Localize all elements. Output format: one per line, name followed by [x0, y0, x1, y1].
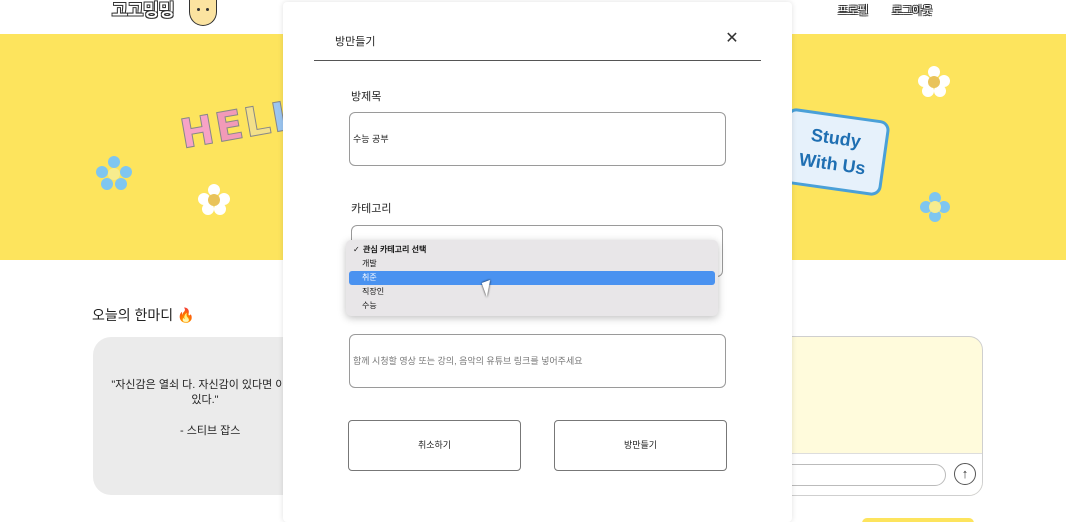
category-label: 카테고리: [351, 203, 392, 215]
modal-divider: [314, 60, 761, 61]
dropdown-option-suneung[interactable]: 수능: [349, 299, 715, 313]
logo-text[interactable]: 고고밍밍: [112, 0, 175, 21]
youtube-link-input[interactable]: 함께 시청할 영상 또는 강의, 음악의 유튜브 링크를 넣어주세요: [349, 334, 726, 388]
send-arrow-icon[interactable]: ↑: [954, 463, 976, 485]
cancel-button[interactable]: 취소하기: [348, 420, 521, 471]
room-name-label: 방제목: [351, 91, 382, 103]
blue-flower-icon: [96, 156, 132, 192]
dropdown-option-job-prep[interactable]: 취준: [349, 271, 715, 285]
quote-author: - 스티브 잡스: [180, 425, 241, 437]
category-dropdown-menu: ✓ 관심 카테고리 선택 개발 취준 직장인 수능: [346, 240, 718, 316]
modal-title: 방만들기: [335, 36, 376, 48]
chat-panel: ↑: [770, 336, 983, 496]
study-with-us-sticker: Study With Us: [777, 107, 891, 197]
quote-text: "자신감은 열쇠 다. 자신감이 있다면 이 수 있다.": [111, 379, 299, 406]
dropdown-option-dev[interactable]: 개발: [349, 257, 715, 271]
nav-logout-link[interactable]: 로그아웃: [892, 2, 932, 18]
create-room-button[interactable]: 방만들기: [554, 420, 727, 471]
blue-flower-icon: [920, 192, 950, 222]
white-flower-icon: [198, 184, 230, 216]
quote-card: [93, 337, 313, 495]
chat-input[interactable]: [771, 464, 946, 486]
room-name-input[interactable]: 수능 공부: [349, 112, 726, 166]
checkmark-icon: ✓: [353, 245, 360, 254]
white-flower-icon: [918, 66, 950, 98]
yellow-button-edge[interactable]: [862, 518, 974, 522]
close-icon[interactable]: ✕: [723, 30, 741, 48]
logo-mascot-icon[interactable]: [189, 0, 217, 26]
nav-profile-link[interactable]: 프로필: [838, 2, 868, 18]
dropdown-option-placeholder[interactable]: ✓ 관심 카테고리 선택: [349, 243, 715, 257]
chat-input-bar: ↑: [771, 453, 982, 495]
today-quote-title: 오늘의 한마디 🔥: [92, 307, 195, 323]
option-label: 관심 카테고리 선택: [363, 245, 427, 254]
dropdown-option-office-worker[interactable]: 직장인: [349, 285, 715, 299]
